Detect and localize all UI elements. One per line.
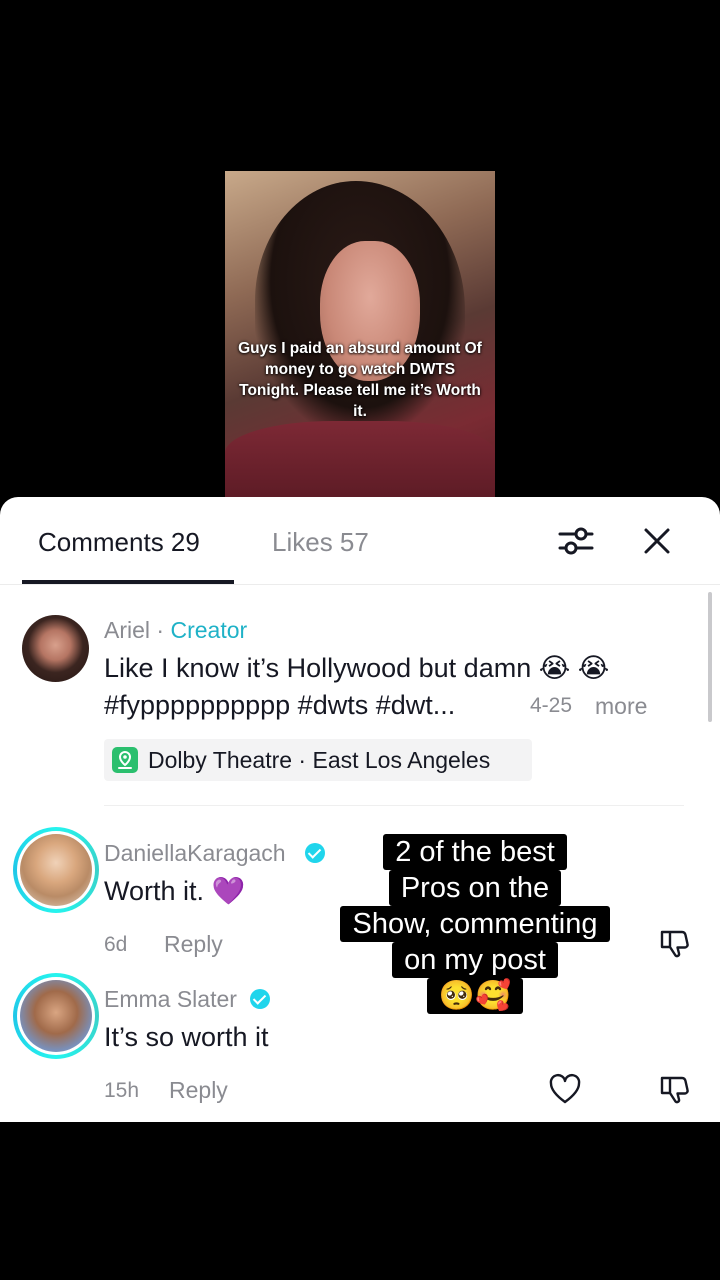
creator-comment-hashtags[interactable]: #fypppppppppp #dwts #dwt... (104, 686, 455, 724)
dislike-icon[interactable] (658, 927, 692, 961)
heart-icon[interactable] (548, 1073, 582, 1107)
video-caption: Guys I paid an absurd amount Of money to… (238, 340, 482, 420)
creator-username[interactable]: Ariel (104, 617, 150, 643)
verified-icon (250, 989, 270, 1009)
location-pin-icon (112, 747, 138, 773)
location-label: Dolby Theatre · East Los Angeles (148, 747, 491, 773)
comment-username[interactable]: Emma Slater (104, 986, 237, 1013)
video-subject-shirt (225, 421, 495, 497)
comment-username[interactable]: DaniellaKaragach (104, 840, 286, 867)
location-chip[interactable]: Dolby Theatre · East Los Angeles (104, 739, 532, 781)
creator-comment-line1: Like I know it’s Hollywood but damn 😭 😭 (104, 653, 610, 683)
dislike-icon[interactable] (658, 1073, 692, 1107)
creator-comment-date: 4-25 (530, 694, 573, 717)
close-icon[interactable] (637, 521, 677, 561)
video-thumbnail[interactable] (225, 171, 495, 497)
creator-avatar[interactable] (22, 615, 89, 682)
text-overlay: 2 of the best Pros on the Show, commenti… (330, 834, 620, 1014)
reply-button[interactable]: Reply (164, 931, 223, 958)
comment-time: 6d (104, 933, 128, 956)
active-tab-indicator (22, 580, 234, 584)
avatar-photo (20, 980, 92, 1052)
comments-sheet: Comments 29 Likes 57 Ariel · Creator Lik… (0, 497, 720, 1122)
comment-time: 15h (104, 1079, 140, 1102)
filter-icon[interactable] (556, 521, 596, 561)
scrollbar[interactable] (708, 592, 712, 722)
overlay-line: Show, commenting (340, 906, 610, 942)
comment-text: It’s so worth it (104, 1022, 269, 1052)
tab-likes[interactable]: Likes 57 (272, 527, 369, 558)
divider (104, 805, 684, 806)
verified-icon (305, 843, 325, 863)
comment-text: Worth it. 💜 (104, 876, 246, 906)
avatar-photo (20, 834, 92, 906)
overlay-line: on my post (392, 942, 558, 978)
avatar[interactable] (13, 827, 99, 913)
creator-badge: Creator (170, 617, 248, 643)
overlay-line: 2 of the best (383, 834, 567, 870)
username-separator: · (150, 617, 171, 643)
more-button[interactable]: more (595, 693, 647, 720)
overlay-line: Pros on the (388, 870, 562, 906)
reply-button[interactable]: Reply (169, 1077, 228, 1104)
tab-comments[interactable]: Comments 29 (38, 527, 200, 558)
creator-username-line: Ariel · Creator (104, 617, 247, 644)
avatar[interactable] (13, 973, 99, 1059)
sheet-tabs: Comments 29 Likes 57 (0, 497, 720, 585)
overlay-line: 🥺🥰 (426, 978, 524, 1014)
